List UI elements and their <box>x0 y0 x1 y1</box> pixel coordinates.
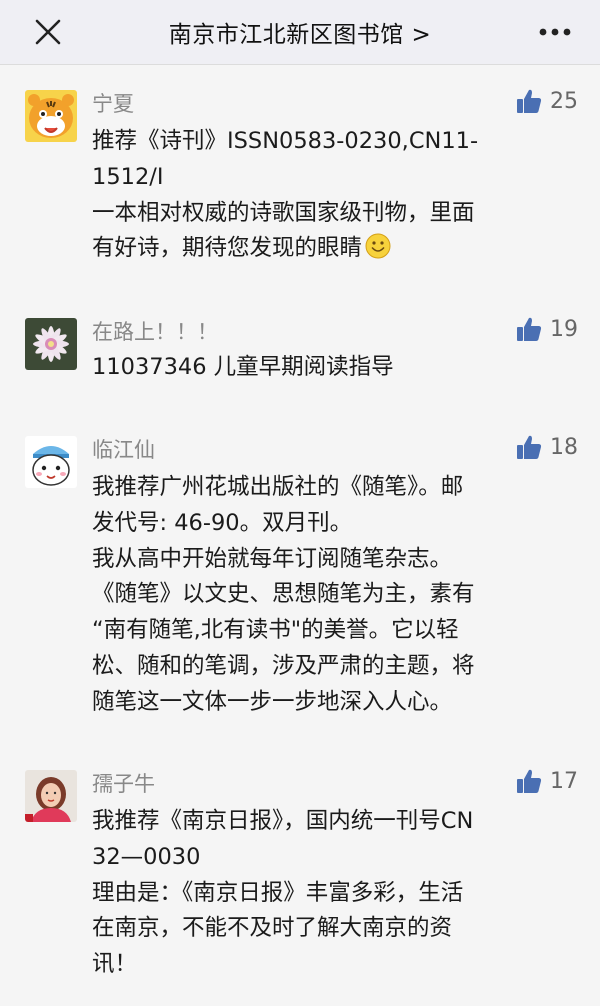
comment-text: 我推荐《南京日报》，国内统一刊号CN 32—0030 理由是：《南京日报》丰富多… <box>92 804 562 983</box>
comment-line: 11037346 儿童早期阅读指导 <box>92 354 394 380</box>
thumbs-up-icon <box>517 317 542 341</box>
thumbs-up-icon <box>517 769 542 793</box>
comment-line: 推荐《诗刊》ISSN0583-0230,CN11- <box>92 128 479 154</box>
like-count: 18 <box>550 434 578 460</box>
comment-line: 在南京，不能不及时了解大南京的资 <box>92 915 453 942</box>
like-button[interactable]: 17 <box>516 768 578 794</box>
thumbs-up-icon <box>517 435 542 459</box>
like-count: 19 <box>550 316 578 342</box>
comment-line: 32—0030 <box>92 843 201 870</box>
comment-line: 理由是：《南京日报》丰富多彩，生活 <box>92 879 464 906</box>
woman-photo-avatar[interactable] <box>25 770 77 822</box>
page-title[interactable]: 南京市江北新区图书馆 > <box>169 15 432 49</box>
comment-line: “南有随笔,北有读书"的美誉。它以轻 <box>92 617 459 644</box>
comment-text: 11037346 儿童早期阅读指导 <box>92 350 562 386</box>
flower-avatar[interactable] <box>25 318 77 370</box>
commenter-name[interactable]: 临江仙 <box>92 434 155 464</box>
like-count: 17 <box>550 768 578 794</box>
cartoon-avatar[interactable] <box>25 436 77 488</box>
comment-line: 有好诗，期待您发现的眼睛 <box>92 235 363 262</box>
like-button[interactable]: 25 <box>516 88 578 114</box>
tiger-avatar[interactable] <box>25 90 77 142</box>
comment-text: 我推荐广州花城出版社的《随笔》。邮 发代号: 46-90。双月刊。 我从高中开始… <box>92 470 562 721</box>
comment-text: 推荐《诗刊》ISSN0583-0230,CN11- 1512/I 一本相对权威的… <box>92 124 562 267</box>
commenter-name[interactable]: 孺子牛 <box>92 768 155 798</box>
close-icon[interactable] <box>34 18 62 46</box>
comment-line: 一本相对权威的诗歌国家级刊物，里面 <box>92 199 475 226</box>
comment-line: 我推荐《南京日报》，国内统一刊号CN <box>92 808 474 834</box>
comment-line: 我从高中开始就每年订阅随笔杂志。 <box>92 545 453 572</box>
comment-line: 《随笔》以文史、思想随笔为主，素有 <box>92 581 475 608</box>
like-button[interactable]: 18 <box>516 434 578 460</box>
commenter-name[interactable]: 宁夏 <box>92 88 134 118</box>
smile-emoji-icon <box>365 233 391 259</box>
like-count: 25 <box>550 88 578 114</box>
more-options-icon[interactable] <box>538 20 572 44</box>
thumbs-up-icon <box>517 89 542 113</box>
comment-line: 松、随和的笔调，涉及严肃的主题，将 <box>92 652 475 679</box>
comment-line: 1512/I <box>92 163 164 190</box>
comment-line: 我推荐广州花城出版社的《随笔》。邮 <box>92 474 464 500</box>
comment-line: 讯！ <box>92 951 138 978</box>
comment-line: 随笔这一文体一步一步地深入人心。 <box>92 688 453 715</box>
commenter-name[interactable]: 在路上！！！ <box>92 316 218 346</box>
comment-line: 发代号: 46-90。双月刊。 <box>92 509 353 536</box>
top-bar: 南京市江北新区图书馆 > <box>0 0 600 65</box>
like-button[interactable]: 19 <box>516 316 578 342</box>
